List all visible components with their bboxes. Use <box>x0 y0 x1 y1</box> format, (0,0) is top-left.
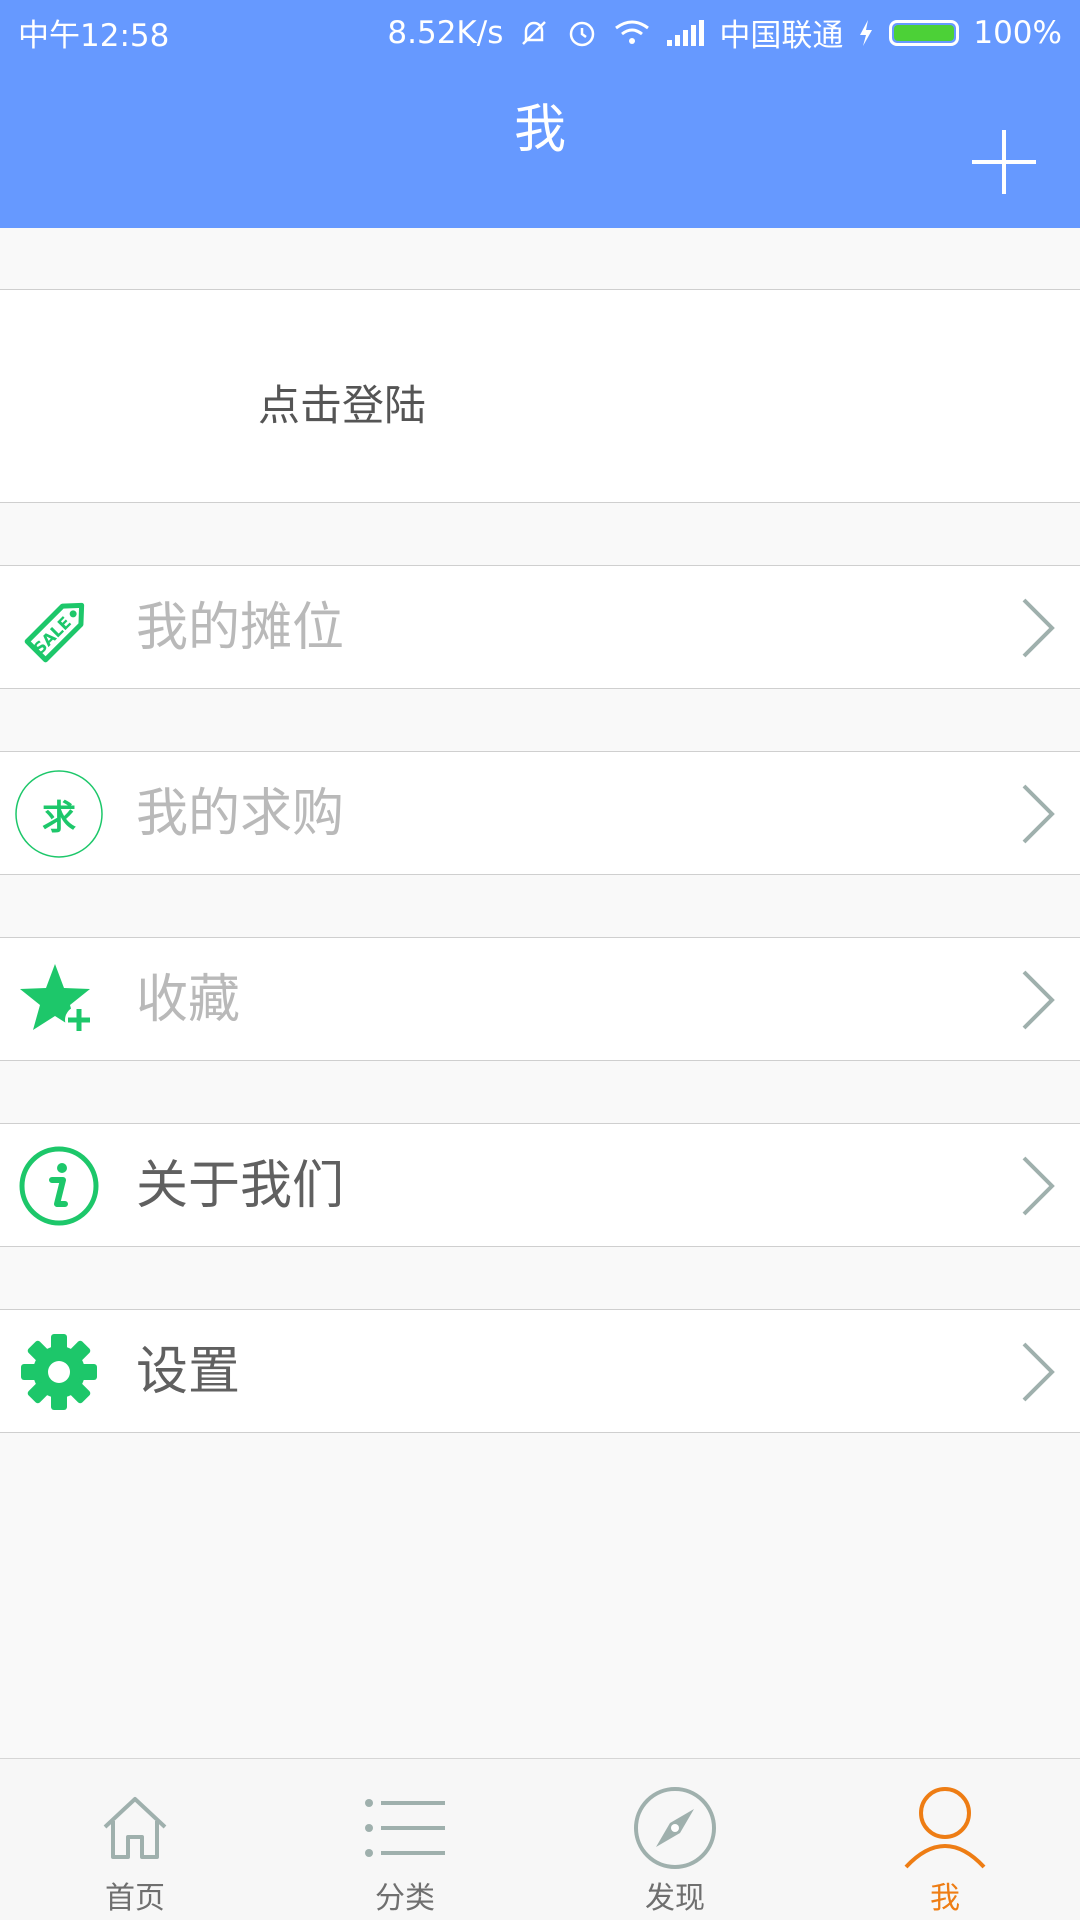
status-bar: 中午12:58 8.52K/s 中国联通 100% <box>0 0 1080 62</box>
chevron-right-icon <box>1018 970 1058 1030</box>
nav-me[interactable]: 我 <box>810 1759 1080 1920</box>
menu-label: 收藏 <box>136 970 241 1030</box>
home-icon <box>90 1785 180 1871</box>
nav-label: 发现 <box>645 1881 705 1916</box>
status-right: 8.52K/s 中国联通 100% <box>387 10 1062 55</box>
qiu-badge-text: 求 <box>42 797 76 838</box>
star-plus-icon <box>14 955 104 1045</box>
chevron-right-icon <box>1018 598 1058 658</box>
nav-home[interactable]: 首页 <box>0 1759 270 1920</box>
menu-item-my-stall[interactable]: SALE 我的摊位 <box>0 565 1080 689</box>
carrier-name: 中国联通 <box>719 18 844 54</box>
login-link[interactable]: 点击登陆 <box>258 372 426 433</box>
bottom-nav: 首页 分类 发现 我 <box>0 1758 1080 1920</box>
mute-icon <box>517 16 551 50</box>
status-time: 中午12:58 <box>18 18 170 54</box>
signal-icon <box>665 18 705 48</box>
chevron-right-icon <box>1018 1342 1058 1402</box>
qiu-badge-icon: 求 <box>14 769 104 859</box>
chevron-right-icon <box>1018 1156 1058 1216</box>
battery-icon <box>889 19 960 46</box>
app-header: 中午12:58 8.52K/s 中国联通 100% 我 <box>0 0 1080 228</box>
battery-percent: 100% <box>973 14 1062 51</box>
chevron-right-icon <box>1018 784 1058 844</box>
menu-item-my-purchase[interactable]: 求 我的求购 <box>0 751 1080 875</box>
network-speed: 8.52K/s <box>387 14 504 51</box>
menu-item-settings[interactable]: 设置 <box>0 1309 1080 1433</box>
gear-icon <box>14 1327 104 1417</box>
nav-label: 首页 <box>105 1881 165 1916</box>
nav-label: 我 <box>930 1881 960 1916</box>
nav-discover[interactable]: 发现 <box>540 1759 810 1920</box>
menu-item-favorites[interactable]: 收藏 <box>0 937 1080 1061</box>
menu-label: 我的摊位 <box>136 598 345 658</box>
info-icon <box>14 1141 104 1231</box>
charging-icon <box>857 18 875 48</box>
page-title: 我 <box>513 100 566 160</box>
alarm-icon <box>565 16 599 50</box>
wifi-icon <box>613 18 651 48</box>
person-icon <box>900 1785 990 1871</box>
compass-icon <box>630 1785 720 1871</box>
menu-item-about-us[interactable]: 关于我们 <box>0 1123 1080 1247</box>
login-panel[interactable]: 点击登陆 <box>0 289 1080 503</box>
nav-category[interactable]: 分类 <box>270 1759 540 1920</box>
menu-label: 我的求购 <box>136 784 345 844</box>
nav-label: 分类 <box>375 1881 435 1916</box>
menu-label: 关于我们 <box>136 1156 345 1216</box>
menu-label: 设置 <box>136 1342 241 1402</box>
list-icon <box>360 1785 450 1871</box>
sale-tag-icon: SALE <box>14 583 104 673</box>
battery-fill <box>894 24 955 41</box>
plus-icon[interactable] <box>972 130 1036 194</box>
